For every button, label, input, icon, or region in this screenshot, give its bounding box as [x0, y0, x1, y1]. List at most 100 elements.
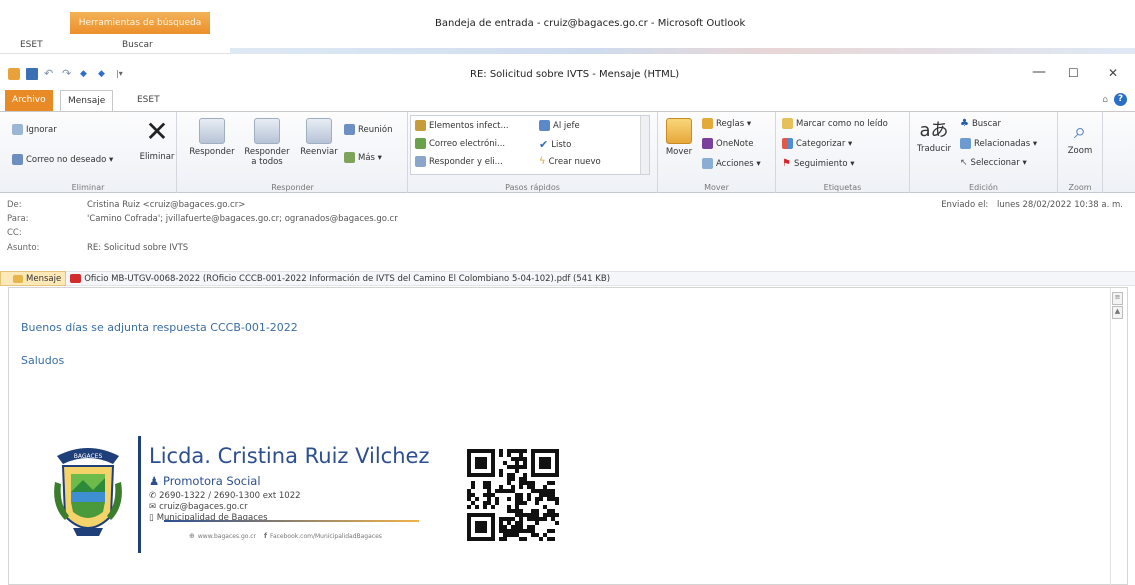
- ignore-button[interactable]: Ignorar: [12, 124, 57, 135]
- onenote-button[interactable]: OneNote: [702, 138, 753, 149]
- reply-all-label-2: a todos: [251, 157, 283, 167]
- bagaces-emblem: BAGACES: [54, 448, 122, 536]
- redo-icon[interactable]: ↷: [62, 68, 74, 80]
- signature-name: Licda. Cristina Ruiz Vilchez: [149, 444, 430, 468]
- translate-button[interactable]: aあ Traducir: [914, 118, 954, 154]
- tab-eset[interactable]: ESET: [130, 90, 167, 112]
- reply-label: Responder: [189, 147, 235, 157]
- rules-button[interactable]: Reglas ▾: [702, 118, 751, 129]
- group-edicion: aあ Traducir ♣ Buscar Relacionadas ▾ ↖ Se…: [910, 112, 1058, 194]
- email-icon: ✉: [149, 502, 157, 512]
- next-item-icon[interactable]: ◆: [98, 68, 110, 80]
- signature-web[interactable]: www.bagaces.go.cr: [198, 533, 256, 540]
- maximize-button[interactable]: ☐: [1068, 66, 1079, 80]
- quick-step-al-jefe[interactable]: Al jefe: [539, 120, 580, 131]
- quick-step-al-jefe-label: Al jefe: [553, 120, 580, 131]
- quick-step-responder[interactable]: Responder y eli...: [415, 156, 503, 167]
- search-tools-context-tab[interactable]: Herramientas de búsqueda: [70, 12, 210, 34]
- quick-step-correo-icon: [415, 138, 426, 149]
- reply-all-icon: [254, 118, 280, 144]
- help-area: ⌂ ?: [1102, 93, 1127, 106]
- reply-button[interactable]: Responder: [184, 118, 240, 157]
- minimize-button[interactable]: —: [1032, 64, 1046, 80]
- categorize-button[interactable]: Categorizar ▾: [782, 138, 852, 149]
- signature-phone-row: ✆ 2690-1322 / 2690-1300 ext 1022: [149, 491, 301, 501]
- more-respond-label: Más ▾: [358, 152, 382, 163]
- previous-item-icon[interactable]: ◆: [80, 68, 92, 80]
- actions-icon: [702, 158, 713, 169]
- quick-steps-scroll[interactable]: [640, 116, 649, 174]
- rules-label: Reglas ▾: [716, 118, 752, 129]
- customize-qat-icon[interactable]: |▾: [116, 68, 128, 80]
- actions-button[interactable]: Acciones ▾: [702, 158, 761, 169]
- related-button[interactable]: Relacionadas ▾: [960, 138, 1037, 149]
- body-line-1: Buenos días se adjunta respuesta CCCB-00…: [21, 321, 298, 334]
- body-scrollbar[interactable]: ≡ ▲: [1110, 288, 1123, 585]
- to-value[interactable]: 'Camino Cofrada'; jvillafuerte@bagaces.g…: [87, 214, 398, 224]
- tab-archivo[interactable]: Archivo: [5, 90, 53, 112]
- group-label-zoom: Zoom: [1068, 183, 1092, 192]
- signature-web-row: ⊕ www.bagaces.go.cr: [189, 532, 256, 540]
- forward-button[interactable]: Reenviar: [296, 118, 342, 157]
- quick-access-toolbar: ↶ ↷ ◆ ◆ |▾: [8, 68, 128, 80]
- actions-label: Acciones ▾: [716, 158, 761, 169]
- move-button[interactable]: Mover: [662, 118, 696, 157]
- mark-unread-button[interactable]: Marcar como no leído: [782, 118, 888, 129]
- zoom-label: Zoom: [1067, 146, 1093, 156]
- categorize-label: Categorizar ▾: [796, 138, 853, 149]
- save-icon[interactable]: [26, 68, 38, 80]
- signature-email-row: ✉ cruiz@bagaces.go.cr: [149, 502, 248, 512]
- junk-button[interactable]: Correo no deseado ▾: [12, 154, 113, 165]
- find-button[interactable]: ♣ Buscar: [960, 118, 1001, 129]
- group-eliminar: Ignorar Correo no deseado ▾ ✕ Eliminar E…: [0, 112, 177, 194]
- onenote-label: OneNote: [716, 138, 754, 149]
- ignore-label: Ignorar: [26, 124, 57, 135]
- pdf-attachment[interactable]: Oficio MB-UTGV-0068-2022 (ROficio CCCB-0…: [66, 274, 610, 284]
- quick-step-crear[interactable]: ϟ Crear nuevo: [539, 156, 601, 167]
- reply-all-button[interactable]: Responder a todos: [240, 118, 294, 167]
- close-button[interactable]: ✕: [1108, 66, 1118, 80]
- email-signature: BAGACES Licda. Cristina Ruiz Vilchez ♟ P…: [49, 436, 569, 566]
- message-tab-button[interactable]: Mensaje: [0, 271, 67, 286]
- move-label: Mover: [665, 147, 693, 157]
- junk-label: Correo no deseado ▾: [26, 154, 114, 165]
- reply-all-label-1: Responder: [244, 147, 290, 157]
- to-label: Para:: [7, 214, 29, 224]
- message-window-titlebar: ↶ ↷ ◆ ◆ |▾ RE: Solicitud sobre IVTS - Me…: [0, 54, 1135, 90]
- group-label-eliminar: Eliminar: [71, 183, 105, 192]
- signature-phone: 2690-1322 / 2690-1300 ext 1022: [159, 491, 301, 501]
- zoom-button[interactable]: ⌕ Zoom: [1062, 118, 1098, 156]
- subject-value: RE: Solicitud sobre IVTS: [87, 243, 189, 253]
- group-label-edicion: Edición: [969, 183, 998, 192]
- app-icon: [8, 68, 20, 80]
- signature-email[interactable]: cruiz@bagaces.go.cr: [159, 502, 247, 512]
- select-button[interactable]: ↖ Seleccionar ▾: [960, 158, 1027, 168]
- attachment-bar: Mensaje Oficio MB-UTGV-0068-2022 (ROfici…: [0, 271, 1135, 286]
- quick-step-correo[interactable]: Correo electróni...: [415, 138, 505, 149]
- more-respond-button[interactable]: Más ▾: [344, 152, 382, 163]
- quick-step-correo-label: Correo electróni...: [429, 138, 506, 149]
- help-icon[interactable]: ?: [1114, 93, 1127, 106]
- delete-button[interactable]: ✕ Eliminar: [137, 118, 177, 163]
- signature-facebook[interactable]: Facebook.com/MunicipalidadBagaces: [270, 533, 382, 540]
- tab-mensaje[interactable]: Mensaje: [60, 90, 114, 112]
- meeting-label: Reunión: [358, 124, 393, 135]
- onenote-icon: [702, 138, 713, 149]
- scroll-split-icon[interactable]: ≡: [1112, 292, 1123, 305]
- scroll-up-button[interactable]: ▲: [1112, 306, 1123, 319]
- cursor-icon: ↖: [960, 158, 968, 168]
- quick-step-elementos[interactable]: Elementos infect...: [415, 120, 509, 131]
- meeting-button[interactable]: Reunión: [344, 124, 392, 135]
- facebook-icon: f: [264, 532, 268, 540]
- undo-icon[interactable]: ↶: [44, 68, 56, 80]
- followup-label: Seguimiento ▾: [793, 158, 855, 169]
- outer-tab-buscar[interactable]: Buscar: [122, 40, 153, 50]
- message-window-title: RE: Solicitud sobre IVTS - Mensaje (HTML…: [470, 69, 680, 80]
- cc-label: CC:: [7, 228, 22, 238]
- from-value[interactable]: Cristina Ruiz <cruiz@bagaces.go.cr>: [87, 200, 245, 210]
- outer-tab-eset[interactable]: ESET: [20, 40, 43, 50]
- followup-button[interactable]: ⚑ Seguimiento ▾: [782, 158, 855, 169]
- quick-step-listo[interactable]: ✔ Listo: [539, 138, 571, 151]
- lightning-icon: ϟ: [539, 156, 546, 167]
- ribbon-collapse-icon[interactable]: ⌂: [1102, 95, 1108, 105]
